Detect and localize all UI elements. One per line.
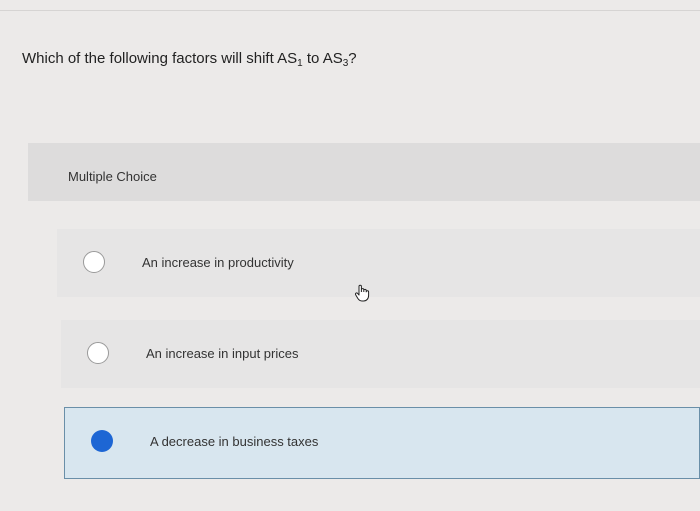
radio-button[interactable] [87,342,109,364]
radio-button[interactable] [83,251,105,273]
multiple-choice-header: Multiple Choice [28,143,700,201]
option-label: An increase in input prices [146,346,299,361]
option-2[interactable]: An increase in input prices [61,320,700,388]
option-3[interactable]: A decrease in business taxes [64,407,700,479]
question-suffix: ? [348,50,357,67]
top-divider [0,10,700,11]
option-label: An increase in productivity [142,255,294,270]
section-label: Multiple Choice [68,169,157,184]
hand-pointer-icon [354,284,370,302]
radio-button-selected[interactable] [91,430,113,452]
option-label: A decrease in business taxes [150,434,319,449]
question-text: Which of the following factors will shif… [22,50,357,69]
option-1[interactable]: An increase in productivity [57,229,700,297]
question-prefix: Which of the following factors will shif… [22,50,298,67]
question-middle: to AS [302,50,343,67]
